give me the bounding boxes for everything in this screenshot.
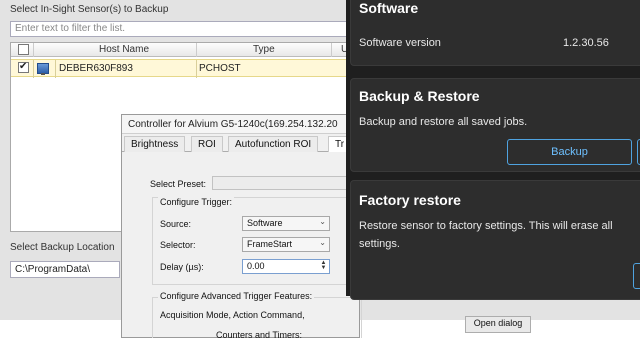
select-all-checkbox[interactable] xyxy=(18,44,29,55)
table-row[interactable]: DEBER630F893 PCHOST xyxy=(11,59,369,78)
factory-restore-description-line-1: Restore sensor to factory settings. This… xyxy=(359,220,613,232)
delay-value: 0.00 xyxy=(247,261,265,271)
row-checkbox[interactable] xyxy=(18,61,29,73)
source-label: Source: xyxy=(160,219,192,229)
advanced-line-2: Counters and Timers: xyxy=(216,330,303,338)
table-header: Host Name Type U xyxy=(11,43,369,57)
software-card: Software Software version 1.2.30.56 xyxy=(350,0,640,66)
backup-button[interactable]: Backup xyxy=(507,139,632,165)
backup-restore-description: Backup and restore all saved jobs. xyxy=(359,116,528,128)
tab-brightness[interactable]: Brightness xyxy=(124,136,186,152)
factory-restore-card: Factory restore Restore sensor to factor… xyxy=(350,180,640,300)
chevron-down-icon: ⌄ xyxy=(319,238,326,247)
tab-roi[interactable]: ROI xyxy=(191,136,223,152)
column-type[interactable]: Type xyxy=(253,44,275,55)
host-computer-icon xyxy=(37,63,49,75)
software-version-label: Software version xyxy=(359,37,441,49)
backup-restore-card: Backup & Restore Backup and restore all … xyxy=(350,78,640,172)
factory-restore-button[interactable] xyxy=(633,263,640,289)
advanced-line-1: Acquisition Mode, Action Command, xyxy=(160,310,305,320)
sensors-label: Select In-Sight Sensor(s) to Backup xyxy=(10,4,169,15)
selector-label: Selector: xyxy=(160,240,196,250)
software-title: Software xyxy=(359,0,419,16)
spin-arrows-icon[interactable]: ▲ ▼ xyxy=(319,260,328,272)
delay-label: Delay (µs): xyxy=(160,262,204,272)
tab-autofunction-roi[interactable]: Autofunction ROI xyxy=(228,136,319,152)
factory-restore-title: Factory restore xyxy=(359,192,461,208)
configure-trigger-label: Configure Trigger: xyxy=(158,197,235,207)
controller-tabs: Brightness ROI Autofunction ROI Tr xyxy=(122,134,359,152)
row-type: PCHOST xyxy=(199,63,241,74)
controller-dialog: Controller for Alvium G5-1240c(169.254.1… xyxy=(121,114,362,338)
advanced-trigger-label: Configure Advanced Trigger Features: xyxy=(158,291,315,301)
selector-value: FrameStart xyxy=(247,239,293,249)
filter-input[interactable]: Enter text to filter the list. xyxy=(10,21,370,37)
controller-title: Controller for Alvium G5-1240c(169.254.1… xyxy=(122,115,359,134)
select-preset-label: Select Preset: xyxy=(150,179,207,189)
source-value: Software xyxy=(247,218,283,228)
software-version-value: 1.2.30.56 xyxy=(563,37,609,49)
column-host-name[interactable]: Host Name xyxy=(99,44,149,55)
location-label: Select Backup Location xyxy=(10,242,115,253)
selector-dropdown[interactable]: FrameStart ⌄ xyxy=(242,237,330,252)
backup-restore-title: Backup & Restore xyxy=(359,88,480,104)
factory-restore-description-line-2: settings. xyxy=(359,238,400,250)
open-dialog-button[interactable]: Open dialog xyxy=(465,316,531,333)
source-dropdown[interactable]: Software ⌄ xyxy=(242,216,330,231)
preset-dropdown[interactable] xyxy=(212,176,362,190)
chevron-down-icon: ⌄ xyxy=(319,217,326,226)
screenshot-stage: Select In-Sight Sensor(s) to Backup Ente… xyxy=(0,0,640,338)
delay-spinbox[interactable]: 0.00 ▲ ▼ xyxy=(242,259,330,274)
row-host-name: DEBER630F893 xyxy=(59,63,133,74)
location-path-field[interactable]: C:\ProgramData\ xyxy=(10,261,120,278)
